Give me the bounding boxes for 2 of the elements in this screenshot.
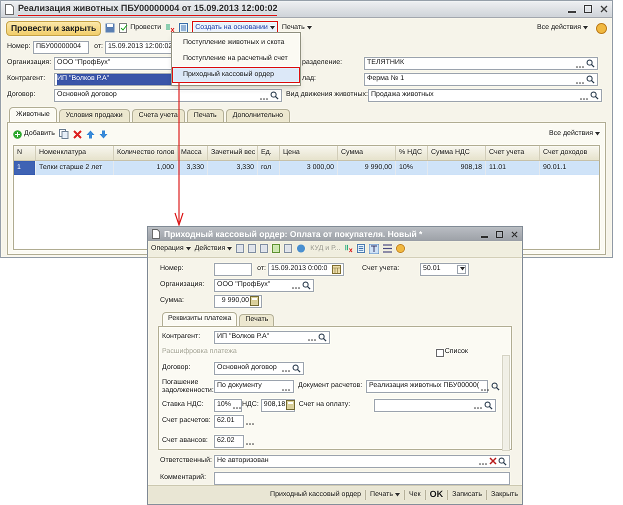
window-title: Реализация животных ПБУ00000004 от 15.09.2013 12:00:02 <box>18 2 278 16</box>
window-title: Приходный кассовый ордер: Оплата от покупателя. Новый * <box>164 228 422 241</box>
